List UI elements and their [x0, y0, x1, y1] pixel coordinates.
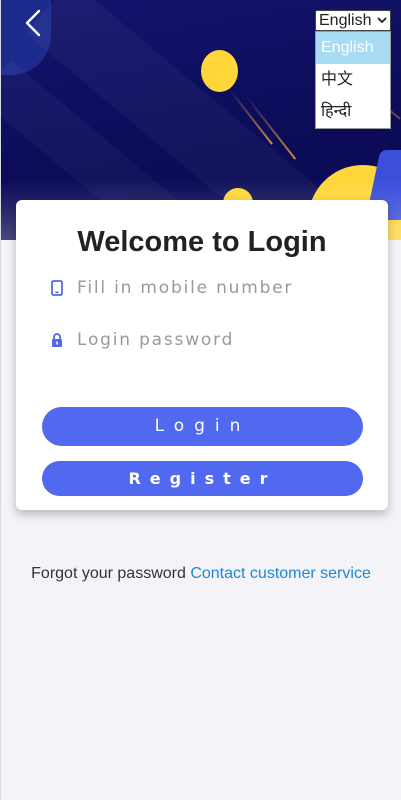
page-title: Welcome to Login	[77, 226, 327, 258]
password-input[interactable]	[77, 330, 359, 350]
register-button[interactable]: Register	[42, 461, 363, 496]
language-option-english[interactable]: English	[316, 32, 390, 64]
language-option-hindi[interactable]: हिन्दी	[316, 96, 390, 128]
chevron-down-icon	[377, 17, 387, 24]
password-field	[49, 325, 359, 355]
chevron-left-icon	[25, 9, 41, 37]
back-button[interactable]	[21, 8, 47, 38]
language-option-chinese[interactable]: 中文	[316, 64, 390, 96]
login-card: Welcome to Login Login Register	[16, 200, 388, 510]
language-select[interactable]: English	[315, 10, 391, 31]
mobile-phone-icon	[49, 279, 65, 297]
language-dropdown-list: English 中文 हिन्दी	[315, 31, 391, 129]
contact-customer-service-link[interactable]: Contact customer service	[190, 565, 371, 582]
mobile-number-input[interactable]	[77, 278, 359, 298]
forgot-password-row: Forgot your password Contact customer se…	[1, 565, 401, 583]
lock-icon	[49, 331, 65, 349]
decor-planet	[201, 50, 238, 92]
forgot-password-text: Forgot your password	[31, 565, 186, 582]
login-button[interactable]: Login	[42, 407, 363, 446]
phone-field	[49, 273, 359, 303]
language-selected-label: English	[319, 12, 372, 29]
